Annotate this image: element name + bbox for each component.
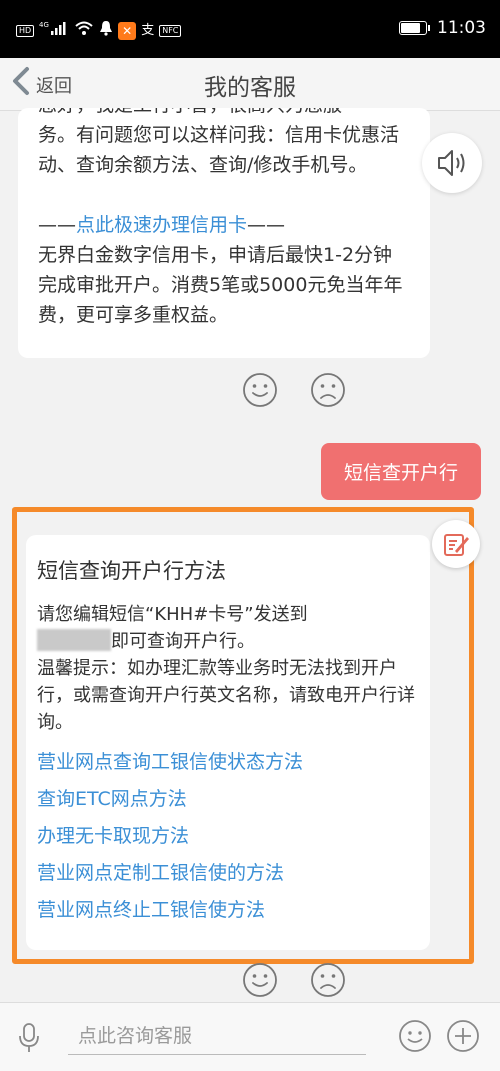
related-link[interactable]: 营业网点终止工银信使方法 — [37, 892, 419, 929]
speaker-icon — [438, 150, 465, 176]
answer-body: 请您编辑短信“KHH#卡号”发送到 即可查询开户行。 温馨提示：如办理汇款等业务… — [37, 601, 419, 736]
smile-face-icon[interactable] — [242, 372, 278, 408]
link-prefix: —— — [38, 214, 76, 236]
bot-message-clipped-line: 您好，我是工行小智，很高兴为您服 — [38, 108, 410, 120]
bot-message-body: 无界白金数字信用卡，申请后最快1-2分钟完成审批开户。消费5笔或5000元免当年… — [38, 244, 403, 326]
input-bar — [0, 1002, 500, 1071]
microphone-icon[interactable] — [18, 1023, 40, 1053]
plus-icon[interactable] — [446, 1019, 480, 1053]
related-link[interactable]: 查询ETC网点方法 — [37, 781, 419, 818]
alipay-icon: 支 — [141, 22, 155, 38]
emoji-icon[interactable] — [398, 1019, 432, 1053]
related-links: 营业网点查询工银信使状态方法 查询ETC网点方法 办理无卡取现方法 营业网点定制… — [37, 744, 419, 929]
hd-badge: HD — [16, 24, 35, 37]
wifi-icon — [74, 20, 94, 41]
feedback-row — [242, 962, 346, 998]
edit-icon — [444, 534, 469, 556]
app-notification-icon: ✕ — [118, 21, 137, 40]
bot-answer-bubble: 短信查询开户行方法 请您编辑短信“KHH#卡号”发送到 即可查询开户行。 温馨提… — [26, 535, 430, 950]
edit-feedback-button[interactable] — [432, 520, 480, 568]
answer-line-2-row: 即可查询开户行。 — [37, 628, 419, 655]
smile-face-icon[interactable] — [242, 962, 278, 998]
battery-icon — [399, 21, 430, 35]
bot-message-bubble: 您好，我是工行小智，很高兴为您服 务。有问题您可以这样问我：信用卡优惠活动、查询… — [18, 108, 430, 358]
bot-message-intro: 务。有问题您可以这样问我：信用卡优惠活动、查询余额方法、查询/修改手机号。 — [38, 124, 400, 176]
link-suffix: —— — [247, 214, 286, 236]
related-link[interactable]: 营业网点定制工银信使的方法 — [37, 855, 419, 892]
nfc-badge-icon: NFC — [159, 24, 182, 37]
page-title: 我的客服 — [204, 75, 296, 101]
answer-tip: 温馨提示：如办理汇款等业务时无法找到开户行，或需查询开户行英文名称，请致电开户行… — [37, 658, 415, 733]
nav-bar: 返回 我的客服 — [0, 58, 500, 111]
status-bar: HD 4G ✕ 支 NFC 11:03 — [0, 0, 500, 58]
clock: 11:03 — [437, 18, 486, 38]
network-type-label: 4G — [39, 21, 49, 29]
related-link[interactable]: 营业网点查询工银信使状态方法 — [37, 744, 419, 781]
user-message-bubble: 短信查开户行 — [321, 443, 481, 500]
related-link[interactable]: 办理无卡取现方法 — [37, 818, 419, 855]
apply-credit-card-link[interactable]: 点此极速办理信用卡 — [76, 214, 247, 236]
sad-face-icon[interactable] — [310, 372, 346, 408]
feedback-row — [242, 372, 346, 408]
answer-title: 短信查询开户行方法 — [37, 559, 226, 583]
sad-face-icon[interactable] — [310, 962, 346, 998]
chat-input[interactable] — [68, 1017, 366, 1055]
redacted-number — [37, 629, 111, 651]
speaker-button[interactable] — [422, 133, 482, 193]
notification-bell-icon — [99, 20, 113, 41]
credit-card-link-row: ——点此极速办理信用卡—— — [38, 210, 410, 240]
signal-icon: 4G — [39, 20, 69, 41]
answer-line-2: 即可查询开户行。 — [111, 631, 255, 652]
answer-line-1: 请您编辑短信“KHH#卡号”发送到 — [37, 604, 308, 625]
